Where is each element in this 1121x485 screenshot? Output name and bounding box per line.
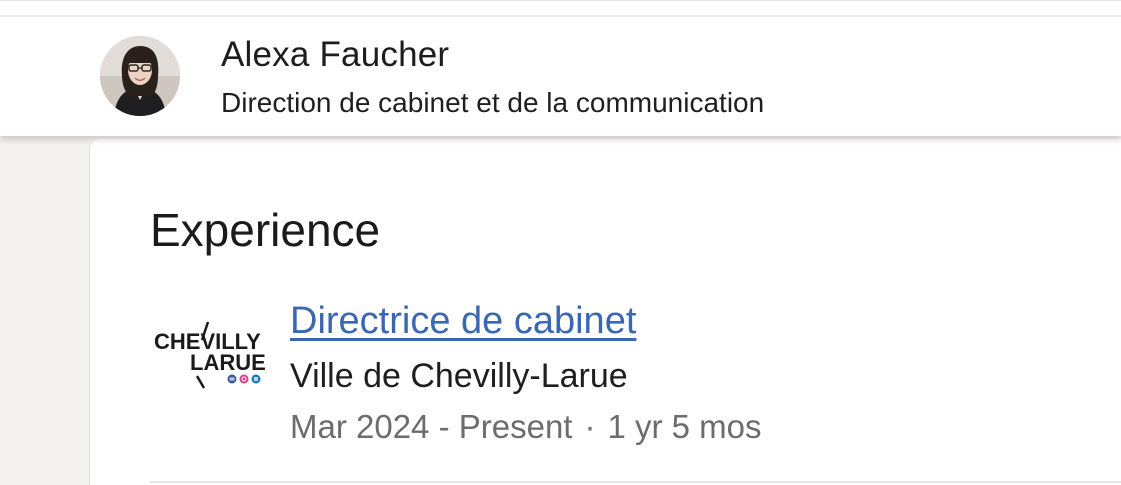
date-separator: · [584,408,596,445]
profile-headline: Direction de cabinet et de la communicat… [221,87,765,118]
company-name: Ville de Chevilly-Larue [290,357,628,395]
item-divider [150,481,1121,483]
experience-section-title: Experience [150,204,381,256]
chevilly-larue-logo-mark: CHEVILLY LARUE [154,321,266,389]
job-date-range: Mar 2024 - Present [290,408,573,445]
avatar-photo [100,36,180,116]
header-top-border [0,1,1121,17]
logo-text-line2: LARUE [190,350,266,375]
job-title-link[interactable]: Directrice de cabinet [290,300,636,343]
profile-name: Alexa Faucher [221,35,450,74]
job-dates: Mar 2024 - Present · 1 yr 5 mos [290,408,762,446]
job-duration: 1 yr 5 mos [607,408,762,445]
instagram-icon [239,374,249,384]
page: Alexa Faucher Direction de cabinet et de… [0,0,1121,485]
avatar[interactable] [100,36,180,116]
chevilly-larue-logo[interactable]: CHEVILLY LARUE [152,318,270,390]
sticky-profile-header: Alexa Faucher Direction de cabinet et de… [0,0,1121,136]
